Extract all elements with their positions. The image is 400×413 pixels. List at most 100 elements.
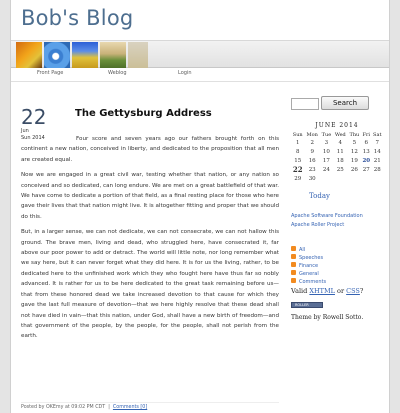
calendar-week: 15 16 17 18 19 20 21	[291, 156, 383, 165]
calendar-day-header: Fri	[362, 131, 370, 138]
nav-front-page[interactable]: Front Page	[37, 70, 63, 76]
calendar-day: 11	[336, 148, 344, 155]
calendar-day: 4	[338, 139, 343, 146]
calendar-day-header: Mon	[306, 131, 318, 138]
calendar-day: 9	[310, 148, 314, 155]
post-paragraph: But, in a larger sense, we can not dedic…	[21, 229, 279, 340]
feed-speeches[interactable]: Speeches	[291, 254, 326, 262]
banner-thumbnail	[128, 42, 148, 68]
calendar-week: 1 2 3 4 567	[291, 138, 383, 147]
calendar-day: 29	[294, 175, 302, 182]
css-link[interactable]: CSS	[346, 287, 360, 295]
post-footer: Posted by OKEmy at 09:02 PM CDT | Commen…	[21, 402, 279, 410]
today-link[interactable]: Today	[309, 192, 330, 200]
calendar-title: JUNE 2014	[315, 122, 359, 129]
calendar-day: 16	[308, 157, 316, 164]
feed-label: General	[299, 271, 319, 277]
rss-icon	[291, 246, 296, 251]
calendar-day	[361, 174, 371, 183]
search-input[interactable]	[291, 98, 319, 110]
link-apache-foundation[interactable]: Apache Software Foundation	[291, 212, 363, 221]
calendar-day	[320, 174, 333, 183]
calendar-grid: Sun Mon Tue Wed Thu Fri Sat 1 2 3 4 5 6 7 8 9 10 1…	[291, 131, 383, 183]
field-thumbnail	[72, 42, 98, 68]
roller-badge[interactable]: ROLLER	[291, 302, 323, 308]
validation-links: Valid XHTML or CSS?	[291, 287, 363, 295]
post-paragraph: Now we are engaged in a great civil war,…	[21, 172, 279, 220]
post-byline: Posted by OKEmy at 09:02 PM CDT	[21, 405, 106, 410]
nav-login[interactable]: Login	[178, 70, 192, 76]
calendar-day-header: Tue	[321, 131, 332, 138]
calendar-day	[371, 174, 383, 183]
calendar-day-header: Sat	[373, 131, 382, 138]
rss-icon	[291, 278, 296, 283]
feed-label: Finance	[299, 263, 319, 269]
calendar-day: 21	[373, 157, 381, 164]
post-paragraph: Four score and seven years ago our fathe…	[21, 136, 279, 163]
calendar-day-header: Wed	[334, 131, 346, 138]
calendar-day	[348, 174, 361, 183]
feed-label: All	[299, 247, 306, 253]
post-title[interactable]: The Gettysburg Address	[75, 108, 212, 119]
category-feeds: All Speeches Finance General Comments	[291, 246, 326, 286]
calendar-day: 24	[322, 166, 330, 173]
calendar-week: 22 23 24 25 26 27 28	[291, 165, 383, 174]
calendar-day: 30	[308, 175, 316, 182]
calendar-week: 8 9 10 11 12 13 14	[291, 147, 383, 156]
calendar-day: 10	[322, 148, 330, 155]
valid-prefix: Valid	[291, 287, 310, 295]
calendar-day: 1	[295, 139, 300, 146]
nav-weblog[interactable]: Weblog	[108, 70, 127, 76]
blog-page: Bob's Blog Front Page Weblog Login 22 Ju…	[10, 0, 390, 413]
blog-title[interactable]: Bob's Blog	[21, 6, 389, 30]
search-button[interactable]: Search	[321, 96, 369, 110]
calendar-day: 13	[362, 148, 370, 155]
feed-finance[interactable]: Finance	[291, 262, 326, 270]
calendar-day: 26	[350, 166, 358, 173]
calendar-day[interactable]: 20	[361, 156, 371, 165]
theme-credit: Theme by Rowell Sotto.	[291, 314, 364, 321]
post-body: Four score and seven years ago our fathe…	[21, 134, 279, 347]
calendar-day: 14	[373, 148, 381, 155]
calendar-day: 15	[294, 157, 302, 164]
calendar-day[interactable]: 22	[291, 165, 304, 174]
feed-label: Comments	[299, 279, 327, 285]
calendar-day: 2	[310, 139, 314, 146]
calendar-day: 6	[364, 139, 369, 146]
calendar-day: 8	[295, 148, 300, 155]
header-banner	[11, 40, 389, 68]
calendar-day: 23	[308, 166, 316, 173]
feed-all[interactable]: All	[291, 246, 326, 254]
rss-icon	[291, 262, 296, 267]
feed-comments[interactable]: Comments	[291, 278, 326, 286]
flower-thumbnail	[44, 42, 70, 68]
xhtml-link[interactable]: XHTML	[309, 287, 335, 295]
rss-icon	[291, 254, 296, 259]
calendar-day: 3	[324, 139, 329, 146]
calendar-day: 25	[336, 166, 344, 173]
calendar-day-header: Thu	[349, 131, 360, 138]
feed-general[interactable]: General	[291, 270, 326, 278]
landscape-thumbnail	[100, 42, 126, 68]
valid-suffix: ?	[359, 287, 364, 295]
calendar-day: 5	[352, 139, 357, 146]
comments-link[interactable]: Comments [0]	[113, 405, 147, 410]
calendar-day: 17	[322, 157, 330, 164]
sunset-thumbnail	[16, 42, 42, 68]
rss-icon	[291, 270, 296, 275]
calendar-day-header: Sun	[292, 131, 303, 138]
calendar-week: 29 30	[291, 174, 383, 183]
calendar-day	[333, 174, 348, 183]
blogroll: Apache Software Foundation Apache Roller…	[291, 212, 363, 230]
post-date-day: 22	[21, 105, 47, 129]
top-nav: Front Page Weblog Login	[11, 68, 389, 82]
feed-label: Speeches	[299, 255, 324, 261]
blog-header: Bob's Blog	[11, 0, 389, 38]
valid-or: or	[334, 287, 347, 295]
calendar-day: 18	[336, 157, 344, 164]
calendar-day: 19	[350, 157, 358, 164]
calendar: JUNE 2014 Sun Mon Tue Wed Thu Fri Sat 1 2…	[291, 122, 383, 183]
calendar-day: 27	[362, 166, 370, 173]
link-roller-project[interactable]: Apache Roller Project	[291, 221, 363, 230]
calendar-body: 1 2 3 4 5 6 7 8 9 10 11 12 13 14 15 16 17 18 19 20 21 22 23 24 2…	[291, 138, 383, 183]
